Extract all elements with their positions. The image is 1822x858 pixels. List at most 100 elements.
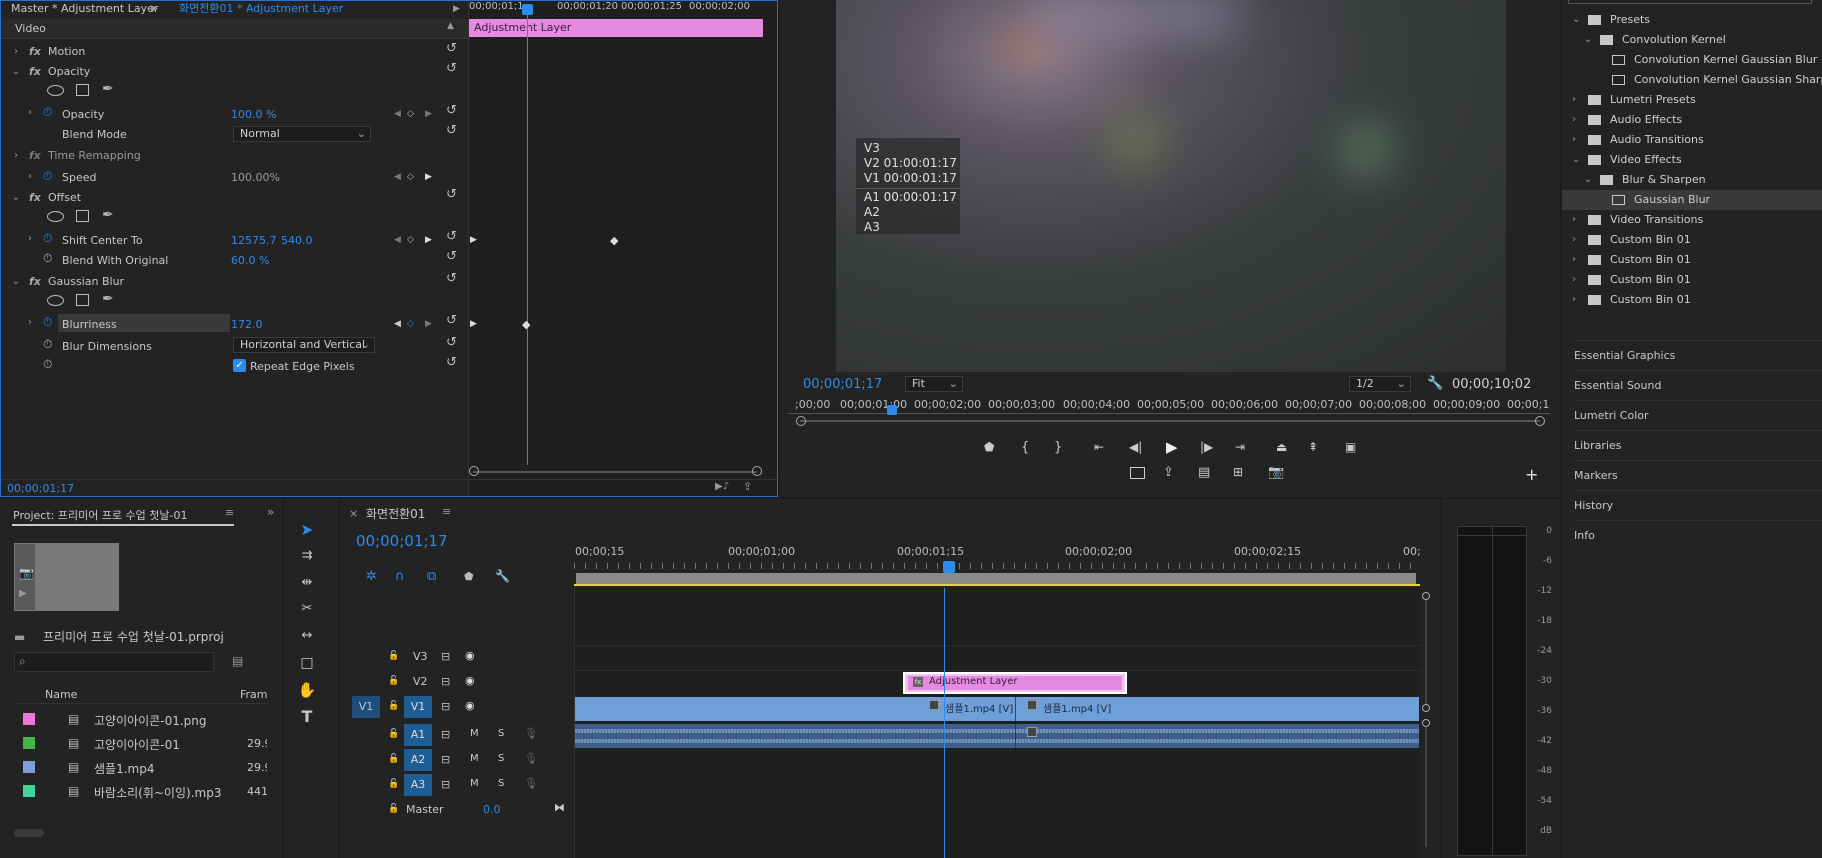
project-item[interactable]: ▤ 샘플1.mp4 29.9 [14, 757, 268, 779]
next-keyframe-icon[interactable]: ▶ [425, 109, 432, 119]
lock-icon[interactable]: 🔓 [388, 676, 399, 686]
microphone-icon[interactable]: 🎙 [524, 727, 538, 740]
effects-tree-item[interactable]: › Custom Bin 01 [1562, 270, 1822, 290]
reset-icon[interactable]: ↺ [446, 335, 457, 350]
safe-margins-icon[interactable] [1130, 467, 1145, 479]
expand-icon[interactable]: › [25, 317, 35, 328]
reset-icon[interactable]: ↺ [446, 41, 457, 56]
keyframe-diamond[interactable]: ◆ [522, 318, 530, 331]
rectangle-mask-icon[interactable] [76, 84, 89, 96]
reset-icon[interactable]: ↺ [446, 187, 457, 202]
rectangle-mask-icon[interactable] [76, 210, 89, 222]
lock-icon[interactable]: 🔓 [388, 779, 399, 789]
name-column-header[interactable]: Name [45, 688, 77, 701]
collapsed-panel-tab[interactable]: Essential Graphics [1574, 340, 1822, 370]
project-item[interactable]: ▤ 고양이아이콘-01.png [14, 709, 268, 731]
effect-controls-timeline[interactable] [468, 1, 777, 496]
sync-lock-icon[interactable]: ⊟ [441, 700, 450, 713]
razor-tool-icon[interactable]: ✂ [296, 598, 318, 620]
reset-icon[interactable]: ↺ [446, 61, 457, 76]
slip-tool-icon[interactable]: ↔ [296, 625, 318, 647]
expand-icon[interactable]: › [25, 171, 35, 182]
chevron-right-icon[interactable]: › [1572, 250, 1576, 270]
mute-button[interactable]: M [470, 778, 479, 789]
effects-tree-item[interactable]: › Audio Transitions [1562, 130, 1822, 150]
master-volume[interactable]: 0.0 [483, 803, 501, 816]
keyframe-on-icon[interactable]: ◇ [407, 319, 414, 329]
selection-tool-icon[interactable]: ➤ [296, 519, 318, 541]
chevron-down-icon[interactable]: ⌄ [1572, 10, 1580, 30]
expand-panels-icon[interactable]: » [267, 505, 274, 519]
collapsed-panel-tab[interactable]: Markers [1574, 460, 1822, 490]
scroll-handle[interactable] [1422, 719, 1430, 727]
ripple-edit-tool-icon[interactable]: ⇹ [296, 572, 318, 594]
adjustment-clip-bar[interactable]: Adjustment Layer [469, 19, 763, 37]
sync-lock-icon[interactable]: ⊟ [441, 753, 450, 766]
zoom-handle-right[interactable] [752, 466, 762, 476]
effects-tree-item[interactable]: › Custom Bin 01 [1562, 290, 1822, 310]
solo-button[interactable]: S [498, 778, 504, 789]
blend-with-original-value[interactable]: 60.0 % [231, 254, 269, 267]
collapsed-panel-tab[interactable]: History [1574, 490, 1822, 520]
filter-icon[interactable]: ▶♪ [715, 481, 729, 492]
chevron-right-icon[interactable]: › [1572, 290, 1576, 310]
project-item[interactable]: ▤ 바람소리(휘~이잉).mp3 4410 [14, 781, 268, 803]
sync-lock-icon[interactable]: ⊟ [441, 650, 450, 663]
timeline-playhead-line[interactable] [944, 588, 945, 858]
extract-icon[interactable]: ⇞ [1308, 440, 1318, 454]
go-to-end-icon[interactable]: ⧓ [554, 801, 565, 814]
trim-icon[interactable]: ⊞ [1233, 465, 1243, 479]
stopwatch-icon[interactable]: ⏱ [43, 315, 52, 330]
add-keyframe-icon[interactable]: ◇ [407, 109, 414, 119]
track-v1-label[interactable]: V1 [404, 696, 432, 718]
horizontal-scrollbar[interactable] [14, 829, 44, 837]
track-select-tool-icon[interactable]: ⇉ [296, 545, 318, 567]
fx-icon[interactable]: fx [29, 275, 41, 288]
speed-value[interactable]: 100.00% [231, 171, 280, 184]
track-area[interactable]: fx Adjustment Layer 샘플1.mp4 [V] 샘플1.mp4 … [574, 588, 1430, 858]
effects-tree-item[interactable]: Gaussian Blur [1562, 190, 1822, 210]
nest-icon[interactable]: ⧉ [427, 569, 436, 584]
playhead-line[interactable] [527, 5, 528, 465]
expand-motion-icon[interactable]: › [11, 46, 21, 57]
collapsed-panel-tab[interactable]: Libraries [1574, 430, 1822, 460]
pen-mask-icon[interactable]: ✒ [102, 81, 114, 97]
microphone-icon[interactable]: 🎙 [524, 752, 538, 765]
label-color-swatch[interactable] [23, 737, 35, 749]
linked-selection-icon[interactable]: ∩ [395, 569, 405, 584]
opacity-value[interactable]: 100.0 % [231, 108, 276, 121]
export-frame-icon[interactable]: ▣ [1345, 440, 1356, 454]
project-thumbnail[interactable]: 📷 ▶ [14, 543, 119, 611]
chevron-right-icon[interactable]: › [1572, 110, 1576, 130]
scroll-handle[interactable] [1422, 592, 1430, 600]
program-ruler[interactable]: ;00;00 00;00;01;00 00;00;02;00 00;00;03;… [780, 397, 1560, 411]
blurriness-value[interactable]: 172.0 [231, 318, 263, 331]
effects-tree-item[interactable]: › Video Transitions [1562, 210, 1822, 230]
reset-icon[interactable]: ↺ [446, 123, 457, 138]
stopwatch-icon[interactable]: ⏱ [43, 105, 52, 120]
go-to-out-icon[interactable]: ⇥ [1235, 440, 1245, 454]
stopwatch-icon[interactable]: ⏱ [43, 337, 52, 352]
prev-keyframe-icon[interactable]: ◀ [394, 172, 401, 182]
chevron-right-icon[interactable]: › [1572, 130, 1576, 150]
sync-lock-icon[interactable]: ⊟ [441, 778, 450, 791]
expand-icon[interactable]: › [25, 233, 35, 244]
project-tab[interactable]: Project: 프리미어 프로 수업 첫날-01 [13, 507, 188, 523]
shift-center-y[interactable]: 540.0 [281, 234, 313, 247]
next-keyframe-icon[interactable]: ▶ [425, 172, 432, 182]
chevron-right-icon[interactable]: › [1572, 230, 1576, 250]
reset-icon[interactable]: ↺ [446, 355, 457, 370]
go-to-in-icon[interactable]: ⇤ [1094, 440, 1104, 454]
chevron-down-icon[interactable]: ⌄ [1572, 150, 1580, 170]
panel-menu-icon[interactable]: ≡ [225, 506, 234, 519]
solo-button[interactable]: S [498, 728, 504, 739]
keyframe-marker[interactable]: ▶ [470, 235, 477, 245]
effects-tree-item[interactable]: ⌄ Convolution Kernel [1562, 30, 1822, 50]
expand-icon[interactable]: › [11, 150, 21, 161]
label-color-swatch[interactable] [23, 761, 35, 773]
sync-lock-icon[interactable]: ⊟ [441, 675, 450, 688]
effects-tree-item[interactable]: ⌄ Video Effects [1562, 150, 1822, 170]
chevron-right-icon[interactable]: › [1572, 210, 1576, 230]
label-color-swatch[interactable] [23, 785, 35, 797]
expand-icon[interactable]: › [25, 107, 35, 118]
